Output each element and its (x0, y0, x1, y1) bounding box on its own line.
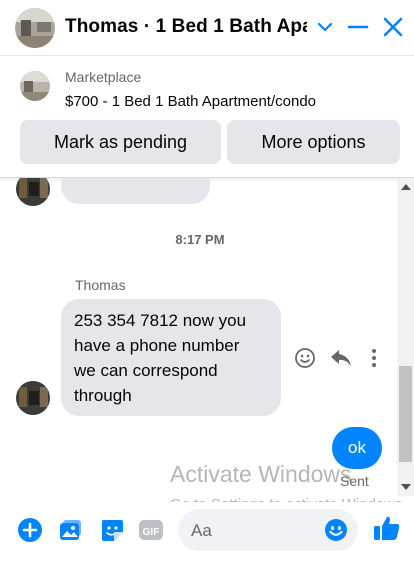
sent-message-bubble[interactable]: ok (332, 427, 382, 469)
thumbs-up-icon[interactable] (373, 514, 401, 542)
emoji-icon[interactable] (324, 518, 348, 542)
reply-icon[interactable] (329, 347, 353, 369)
svg-text:GIF: GIF (143, 527, 160, 538)
message-status: Sent (340, 473, 369, 489)
scroll-down-arrow-icon[interactable] (401, 484, 411, 490)
react-emoji-icon[interactable] (294, 347, 316, 369)
message-line: through (74, 386, 132, 405)
message-input-placeholder: Aa (191, 521, 212, 540)
chevron-down-icon[interactable] (315, 15, 335, 39)
sender-name: Thomas (75, 277, 126, 293)
more-options-button[interactable]: More options (227, 120, 400, 164)
message-line: 253 354 7812 now you (74, 311, 247, 330)
scrollbar[interactable] (397, 178, 414, 496)
message-text: 253 354 7812 now you have a phone number… (74, 308, 246, 408)
mark-as-pending-button[interactable]: Mark as pending (20, 120, 221, 164)
message-composer: GIF Aa (0, 502, 414, 564)
sticker-icon[interactable] (99, 517, 125, 543)
message-line: we can correspond (74, 361, 218, 380)
scroll-up-arrow-icon[interactable] (401, 184, 411, 190)
message-input[interactable]: Aa (178, 509, 358, 551)
plus-icon[interactable] (17, 517, 43, 543)
previous-message-bubble[interactable] (61, 178, 210, 204)
marketplace-label: Marketplace (65, 69, 142, 85)
listing-thumbnail[interactable] (20, 71, 50, 101)
sender-avatar[interactable] (16, 381, 50, 415)
gif-icon[interactable]: GIF (138, 517, 164, 543)
scrollbar-thumb[interactable] (399, 366, 412, 462)
chat-header: Thomas · 1 Bed 1 Bath Apa… (0, 0, 414, 56)
listing-title[interactable]: $700 - 1 Bed 1 Bath Apartment/condo (65, 93, 316, 110)
message-line: have a phone number (74, 336, 240, 355)
apartment-photo-icon[interactable] (15, 8, 55, 48)
minimize-icon[interactable] (347, 15, 369, 39)
marketplace-panel: Marketplace $700 - 1 Bed 1 Bath Apartmen… (0, 56, 414, 178)
message-timestamp: 8:17 PM (175, 232, 225, 247)
more-options-icon[interactable] (369, 347, 379, 369)
sender-avatar[interactable] (16, 178, 50, 206)
image-icon[interactable] (58, 517, 84, 543)
chat-title[interactable]: Thomas · 1 Bed 1 Bath Apa… (65, 16, 307, 38)
close-icon[interactable] (381, 15, 405, 39)
